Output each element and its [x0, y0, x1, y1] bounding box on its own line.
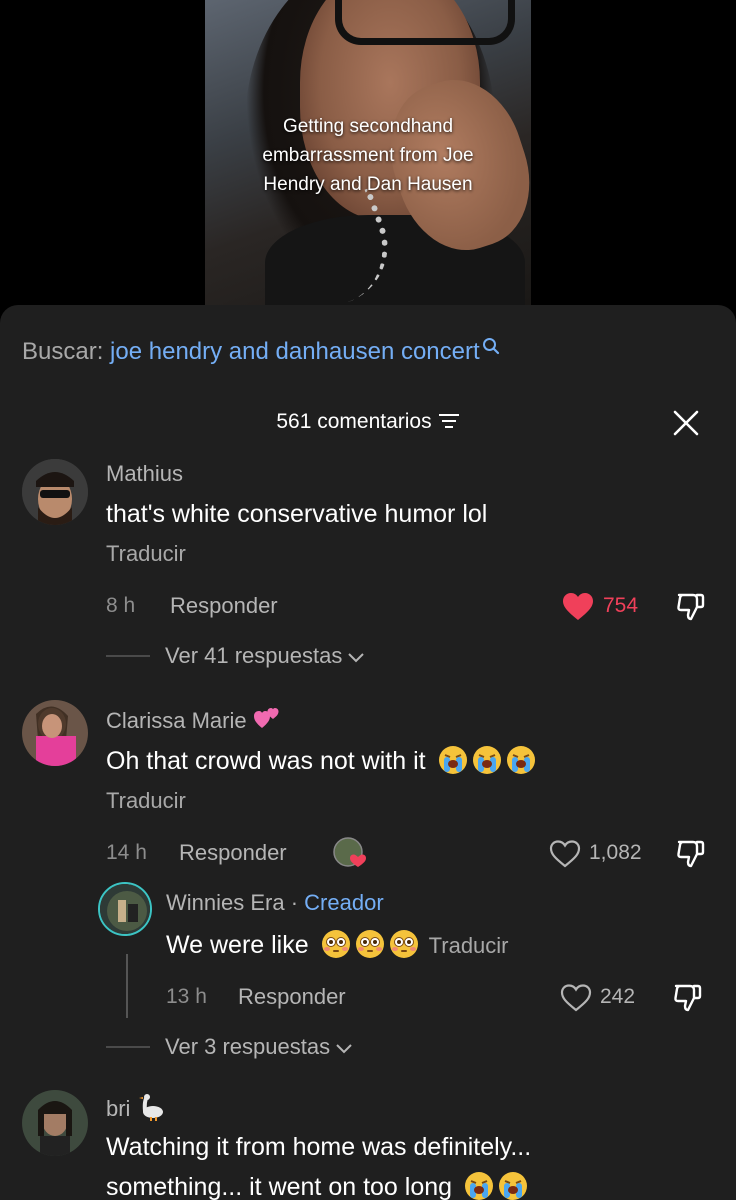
- goose-icon: [139, 1094, 164, 1122]
- comment-count: 561 comentarios: [276, 410, 432, 433]
- loudly-crying-face-icon: [472, 746, 501, 775]
- video-thumbnail[interactable]: Getting secondhand embarrassment from Jo…: [205, 0, 531, 305]
- commenter-name[interactable]: Clarissa Marie: [106, 706, 281, 736]
- reply-button[interactable]: Responder: [238, 982, 346, 1012]
- heart-filled-icon[interactable]: [562, 592, 594, 622]
- chevron-down-icon: [336, 1044, 352, 1054]
- reply-text: We were like Traducir: [166, 928, 509, 963]
- filter-icon[interactable]: [438, 412, 460, 430]
- avatar-mathius-image: [22, 459, 88, 525]
- replies-divider: [106, 655, 150, 657]
- video-figure-glasses: [335, 0, 515, 45]
- comment-text-label: Oh that crowd was not with it: [106, 747, 426, 775]
- like-count: 1,082: [589, 841, 642, 864]
- loudly-crying-face-icon: [438, 746, 467, 775]
- thread-line: [126, 954, 128, 1018]
- flushed-face-icon: [355, 930, 384, 959]
- avatar-clarissa-image: [22, 700, 88, 766]
- comment-time: 8 h: [106, 594, 136, 617]
- comment-text-line2-label: something... it went on too long: [106, 1173, 453, 1200]
- creator-liked-avatar: [333, 837, 366, 867]
- search-prefix: Buscar:: [22, 338, 104, 365]
- search-suggestion[interactable]: Buscar: joe hendry and danhausen concert: [22, 335, 500, 369]
- reply-text-label: We were like: [166, 931, 309, 959]
- avatar-bri-image: [22, 1090, 88, 1156]
- avatar[interactable]: [22, 1090, 88, 1156]
- loudly-crying-face-icon: [506, 746, 535, 775]
- comment-text: Oh that crowd was not with it: [106, 744, 536, 778]
- avatar[interactable]: [22, 700, 88, 766]
- dislike-icon[interactable]: [675, 591, 707, 623]
- view-replies-button[interactable]: Ver 3 respuestas: [165, 1032, 354, 1062]
- translate-link[interactable]: Traducir: [106, 786, 186, 816]
- commenter-name-label: bri: [106, 1096, 131, 1121]
- search-icon: [482, 338, 499, 355]
- view-replies-button[interactable]: Ver 41 respuestas: [165, 641, 366, 671]
- commenter-name-label: Clarissa Marie: [106, 708, 247, 733]
- creator-badge: Creador: [304, 890, 384, 915]
- comment-time: 14 h: [106, 841, 147, 864]
- reply-button[interactable]: Responder: [179, 838, 287, 868]
- video-area: Getting secondhand embarrassment from Jo…: [0, 0, 736, 318]
- chevron-down-icon: [348, 653, 365, 663]
- translate-link[interactable]: Traducir: [429, 933, 509, 958]
- commenter-name[interactable]: bri: [106, 1094, 166, 1124]
- search-query-link[interactable]: joe hendry and danhausen concert: [110, 338, 480, 365]
- name-separator: ·: [290, 890, 299, 915]
- view-replies-label: Ver 3 respuestas: [165, 1034, 331, 1059]
- two-hearts-icon: [253, 708, 279, 729]
- like-count: 242: [600, 985, 636, 1008]
- avatar[interactable]: [22, 459, 88, 525]
- commenter-name[interactable]: Mathius: [106, 459, 183, 489]
- comments-header: 561 comentarios: [0, 405, 736, 439]
- loudly-crying-face-icon: [465, 1172, 494, 1200]
- reply-author[interactable]: Winnies Era · Creador: [166, 888, 384, 918]
- dislike-icon[interactable]: [672, 982, 704, 1014]
- dislike-icon[interactable]: [675, 838, 707, 870]
- like-count: 754: [603, 594, 639, 617]
- video-caption: Getting secondhand embarrassment from Jo…: [262, 116, 474, 195]
- translate-link[interactable]: Traducir: [106, 539, 186, 569]
- heart-outline-icon[interactable]: [549, 839, 581, 869]
- avatar-winnies-image: [100, 884, 150, 934]
- heart-outline-icon[interactable]: [560, 983, 592, 1013]
- avatar[interactable]: [98, 882, 152, 936]
- comments-sheet: Buscar: joe hendry and danhausen concert…: [0, 305, 736, 1200]
- close-icon[interactable]: [672, 409, 700, 437]
- comment-text-line2: something... it went on too long: [106, 1170, 528, 1200]
- comment-text: Watching it from home was definitely...: [106, 1133, 532, 1161]
- comment-text: that's white conservative humor lol: [106, 500, 488, 528]
- loudly-crying-face-icon: [499, 1172, 528, 1200]
- view-replies-label: Ver 41 respuestas: [165, 643, 343, 668]
- flushed-face-icon: [389, 930, 418, 959]
- reply-button[interactable]: Responder: [170, 591, 278, 621]
- flushed-face-icon: [321, 930, 350, 959]
- reply-author-name: Winnies Era: [166, 890, 285, 915]
- reply-time: 13 h: [166, 985, 207, 1008]
- replies-divider: [106, 1046, 150, 1048]
